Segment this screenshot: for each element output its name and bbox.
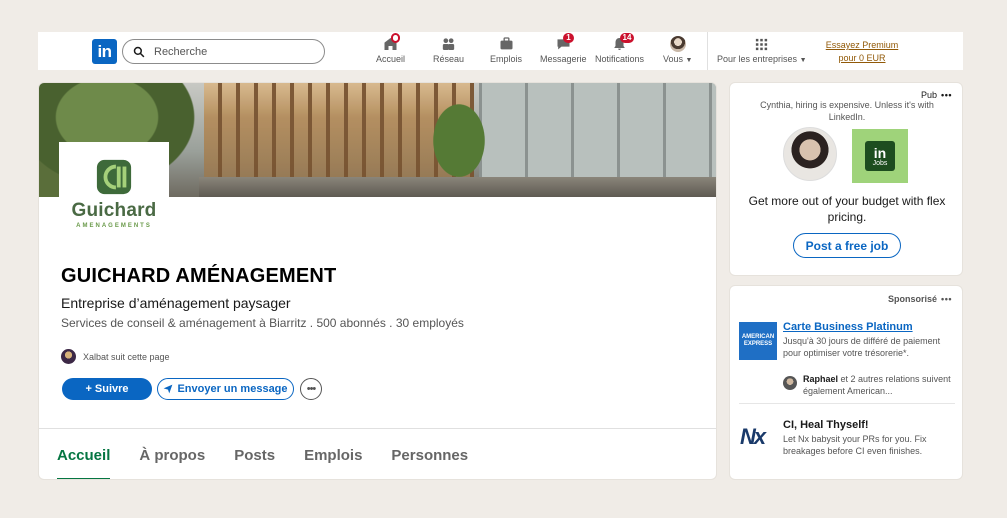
notification-dot [390,33,400,43]
briefcase-icon [500,37,512,50]
sponsored-divider [739,403,955,404]
sponsored-more-icon[interactable]: ••• [941,294,952,304]
send-icon [164,384,173,394]
company-page-card: Guichard AMENAGEMENTS GUICHARD AMÉNAGEME… [38,82,717,480]
page-title: GUICHARD AMÉNAGEMENT [61,265,337,287]
post-free-job-button[interactable]: Post a free job [793,233,901,258]
send-message-label: Envoyer un message [177,383,288,395]
jobs-logo-in: in [873,144,887,161]
chevron-down-icon: ▼ [685,57,693,64]
notifications-badge: 14 [619,33,635,43]
sponsored-item-title[interactable]: CI, Heal Thyself! [783,419,869,431]
search-icon [133,46,145,57]
logo-name: Guichard [71,200,157,221]
linkedin-logo[interactable]: in [92,39,117,64]
tabs-divider [39,428,716,429]
network-icon [442,38,455,50]
ad-hire-text: Cynthia, hiring is expensive. Unless it'… [760,100,934,122]
company-tagline: Entreprise d’aménagement paysager [61,295,291,311]
nav-item-jobs[interactable]: Emplois [490,36,522,64]
follower-text: Xalbat suit cette page [83,351,170,362]
tab-posts[interactable]: Posts [234,447,275,464]
grid-icon [756,38,768,50]
chevron-down-icon: ▼ [799,57,807,64]
nav-item-network[interactable]: Réseau [433,36,464,64]
nav-item-notifications[interactable]: 14 Notifications [595,33,645,64]
ad-card: Pub ••• Cynthia, hiring is expensive. Unl… [729,82,963,276]
premium-line2: pour 0 EUR [838,53,886,63]
ad-copy: Get more out of your budget with flex pr… [748,194,946,224]
premium-line1: Essayez Premium [825,40,899,50]
follow-button[interactable]: + Suivre [62,378,152,400]
follower-avatar [61,349,76,364]
nav-label-business: Pour les entreprises ▼ [717,54,807,64]
nx-logo[interactable]: Nx [740,424,766,450]
connection-avatar [783,376,797,390]
nav-item-business[interactable]: Pour les entreprises ▼ [717,36,807,64]
nav-label-messaging: Messagerie [540,54,587,64]
nav-label-jobs: Emplois [490,54,523,64]
nav-label-me: Vous ▼ [663,54,693,64]
nav-item-home[interactable]: Accueil [376,33,406,64]
ad-person-avatar [783,127,837,181]
jobs-logo-text: Jobs [872,159,888,167]
messaging-badge: 1 [563,33,574,43]
connection-name: Raphael [803,374,839,384]
amex-logo-line1: AMERICAN [741,334,775,340]
linkedin-jobs-logo: in Jobs [852,129,908,183]
amex-logo-line2: EXPRESS [743,341,773,347]
nav-item-me[interactable]: Vous ▼ [663,36,692,64]
nav-divider [707,32,708,70]
more-options-button[interactable]: ••• [300,378,322,400]
sponsored-card: Sponsorisé ••• AMERICAN EXPRESS Carte Bus… [729,285,963,480]
sponsored-social-proof: Raphael et 2 autres relations suivent ég… [783,373,962,397]
search-placeholder: Recherche [154,45,208,58]
company-logo-mark-icon [96,159,132,195]
logo-sub: AMENAGEMENTS [76,223,152,229]
nav-label-notifications: Notifications [595,54,645,64]
amex-logo[interactable]: AMERICAN EXPRESS [739,322,777,360]
premium-link[interactable]: Essayez Premium pour 0 EUR [824,39,900,65]
sponsored-item-desc: Jusqu'à 30 jours de différé de paiement … [783,336,941,358]
tab-accueil[interactable]: Accueil [57,447,111,479]
top-navigation: in Recherche Accueil Réseau Emplois 1 Me… [38,32,963,70]
tab-emplois[interactable]: Emplois [304,447,362,464]
page-tabs: Accueil À propos Posts Emplois Personnes [57,447,497,479]
nav-label-home: Accueil [376,54,406,64]
nav-item-messaging[interactable]: 1 Messagerie [540,33,587,64]
nav-label-network: Réseau [433,54,465,64]
follower-info[interactable]: Xalbat suit cette page [61,349,170,364]
company-logo[interactable]: Guichard AMENAGEMENTS [59,142,169,231]
sponsored-item-title[interactable]: Carte Business Platinum [783,321,913,333]
send-message-button[interactable]: Envoyer un message [157,378,294,400]
sponsored-label: Sponsorisé ••• [888,294,952,304]
search-input[interactable]: Recherche [122,39,325,64]
tab-personnes[interactable]: Personnes [391,447,468,464]
cover-floor [199,177,716,197]
sponsored-item-desc: Let Nx babysit your PRs for you. Fix bre… [783,434,927,456]
avatar [669,36,686,52]
tab-a-propos[interactable]: À propos [139,447,205,464]
company-meta: Services de conseil & aménagement à Biar… [61,316,464,330]
